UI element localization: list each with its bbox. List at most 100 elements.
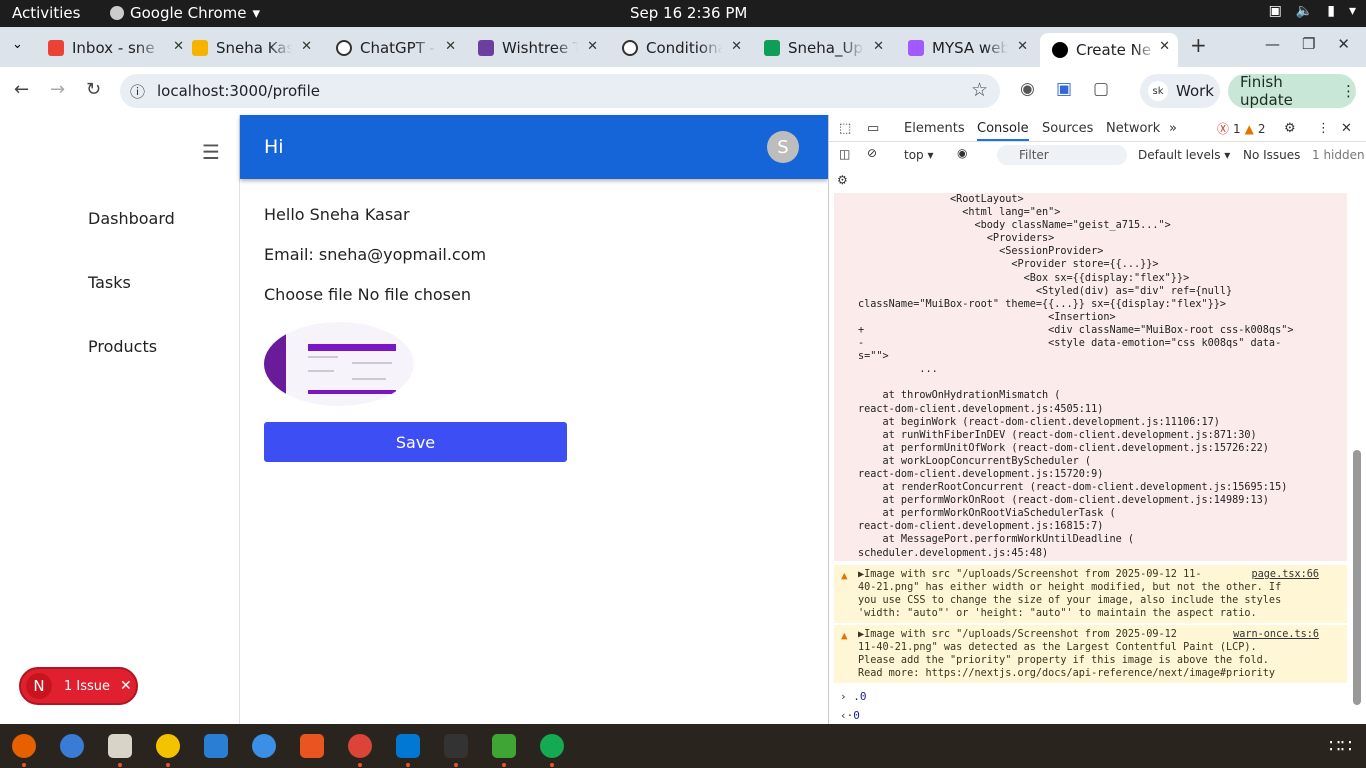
sidebar-item-dashboard[interactable]: Dashboard — [88, 209, 175, 228]
settings-icon[interactable]: ⚙ — [1284, 121, 1296, 136]
avatar[interactable]: S — [767, 131, 799, 163]
mongodb-icon[interactable] — [540, 734, 564, 758]
firefox-icon[interactable] — [12, 734, 36, 758]
scrollbar[interactable] — [1353, 200, 1364, 720]
screen-record-icon[interactable]: ▣ — [1056, 79, 1072, 99]
result-icon: ‹· — [840, 709, 854, 722]
address-bar[interactable]: ⓘ localhost:3000/profile ☆ — [120, 74, 1000, 108]
console-input: .0 — [853, 690, 867, 703]
tab-label: Conditiona — [646, 39, 722, 57]
issues-badge[interactable]: N 1 Issue ✕ — [19, 667, 138, 705]
camera-icon[interactable]: ◉ — [1020, 79, 1035, 99]
more-tabs-icon[interactable]: » — [1169, 121, 1177, 136]
close-icon[interactable]: ✕ — [120, 678, 132, 694]
save-button[interactable]: Save — [264, 422, 567, 462]
tab-slides[interactable]: Sneha Kas ✕ — [192, 33, 312, 63]
tab-label: Inbox - sne — [72, 39, 155, 57]
close-icon[interactable]: ✕ — [587, 39, 598, 54]
system-tray[interactable]: ▣ 🔈 ▮ ▾ — [1269, 3, 1356, 19]
close-icon[interactable]: ✕ — [1159, 39, 1170, 54]
scrollbar-thumb[interactable] — [1353, 450, 1361, 705]
tab-sources[interactable]: Sources — [1042, 121, 1093, 136]
context-select[interactable]: top ▾ — [904, 148, 934, 162]
inspect-icon[interactable]: ⬚ — [839, 121, 851, 136]
source-link[interactable]: page.tsx:66 — [1252, 568, 1319, 581]
maximize-icon[interactable]: ❐ — [1302, 35, 1315, 53]
sidebar-item-products[interactable]: Products — [88, 337, 157, 356]
close-icon[interactable]: ✕ — [301, 39, 312, 54]
thunderbird-icon[interactable] — [60, 734, 84, 758]
app-center-icon[interactable] — [300, 734, 324, 758]
tab-elements[interactable]: Elements — [904, 121, 965, 136]
tab-chatgpt[interactable]: ChatGPT - ✕ — [336, 33, 456, 63]
console-toolbar: ◫ ⊘ top ▾ ◉ Filter Default levels ▾ No I… — [829, 142, 1366, 187]
eye-icon[interactable]: ◉ — [957, 146, 967, 160]
device-toggle-icon[interactable]: ▭ — [867, 121, 879, 136]
terminal-icon[interactable] — [444, 734, 468, 758]
tab-figma[interactable]: MYSA web ✕ — [908, 33, 1028, 63]
running-indicator — [406, 763, 410, 767]
vscode-icon[interactable] — [396, 734, 420, 758]
back-icon[interactable]: ← — [14, 79, 29, 100]
files-icon[interactable] — [108, 734, 132, 758]
app-menu[interactable]: Google Chrome ▾ — [110, 4, 260, 22]
warning-text[interactable]: ▶Image with src "/uploads/Screenshot fro… — [858, 568, 1281, 620]
issues-label[interactable]: No Issues — [1243, 148, 1300, 162]
close-icon[interactable]: ✕ — [873, 39, 884, 54]
more-vert-icon[interactable]: ⋮ — [1317, 121, 1330, 136]
chrome-icon — [110, 6, 124, 20]
tab-search-icon[interactable]: ⌄ — [12, 37, 23, 52]
close-window-icon[interactable]: ✕ — [1337, 35, 1350, 53]
error-counts[interactable]: Ⓧ 1 ▲ 2 — [1217, 120, 1266, 137]
source-link[interactable]: warn-once.ts:6 — [1233, 628, 1319, 641]
tab-console[interactable]: Console — [977, 121, 1029, 141]
close-icon[interactable]: ✕ — [1017, 39, 1028, 54]
forward-icon[interactable]: → — [50, 79, 65, 100]
console-input-line: › .0 — [840, 690, 867, 703]
close-icon[interactable]: ✕ — [1341, 121, 1352, 136]
url-text: localhost:3000/profile — [157, 82, 320, 100]
tab-sheets[interactable]: Sneha_Ups ✕ — [764, 33, 884, 63]
console-settings-icon[interactable]: ⚙ — [837, 173, 848, 187]
sidebar-toggle-icon[interactable]: ◫ — [839, 147, 850, 161]
sheets-icon — [764, 40, 780, 56]
close-icon[interactable]: ✕ — [731, 39, 742, 54]
profile-button[interactable]: sk Work — [1140, 74, 1220, 108]
web-page: ☰ Dashboard Tasks Products Hi S Hello Sn… — [0, 115, 828, 724]
running-indicator — [454, 763, 458, 767]
new-tab-icon[interactable]: + — [1190, 33, 1207, 57]
show-apps-icon[interactable]: ∷∷ — [1329, 736, 1352, 757]
chat-icon[interactable] — [492, 734, 516, 758]
help-icon[interactable] — [252, 734, 276, 758]
tab-inbox[interactable]: Inbox - sne ✕ — [48, 33, 184, 63]
extensions-icon[interactable]: ▢ — [1093, 79, 1109, 99]
warning-text[interactable]: ▶Image with src "/uploads/Screenshot fro… — [858, 628, 1275, 680]
writer-icon[interactable] — [204, 734, 228, 758]
finish-update-button[interactable]: Finish update ⋮ — [1228, 73, 1356, 109]
tab-network[interactable]: Network — [1106, 121, 1160, 136]
bookmark-star-icon[interactable]: ☆ — [971, 79, 988, 101]
error-count: 1 — [1233, 121, 1241, 136]
tab-strip: ⌄ Inbox - sne ✕ Sneha Kas ✕ ChatGPT - ✕ Wis… — [0, 27, 1366, 67]
chrome-icon[interactable] — [348, 734, 372, 758]
clear-console-icon[interactable]: ⊘ — [867, 146, 877, 160]
tab-conditional[interactable]: Conditiona ✕ — [622, 33, 742, 63]
clock[interactable]: Sep 16 2:36 PM — [630, 4, 747, 22]
minimize-icon[interactable]: — — [1265, 35, 1280, 53]
profile-image — [264, 322, 414, 406]
filter-input[interactable]: Filter — [997, 145, 1127, 165]
menu-icon[interactable]: ☰ — [202, 140, 220, 164]
rhythmbox-icon[interactable] — [156, 734, 180, 758]
reload-icon[interactable]: ↻ — [86, 79, 101, 100]
activities-button[interactable]: Activities — [12, 4, 80, 22]
close-icon[interactable]: ✕ — [173, 39, 184, 54]
sidebar-item-tasks[interactable]: Tasks — [88, 273, 131, 292]
close-icon[interactable]: ✕ — [445, 39, 456, 54]
file-input[interactable]: Choose file No file chosen — [264, 285, 471, 304]
site-info-icon[interactable]: ⓘ — [130, 81, 145, 102]
log-levels-select[interactable]: Default levels ▾ — [1138, 148, 1230, 162]
openai-icon — [336, 40, 352, 56]
tab-wishtree[interactable]: Wishtree T ✕ — [478, 33, 598, 63]
tab-create-next[interactable]: Create Ne ✕ — [1040, 33, 1178, 67]
devtools-tabs: ⬚ ▭ Elements Console Sources Network » Ⓧ… — [829, 115, 1366, 142]
